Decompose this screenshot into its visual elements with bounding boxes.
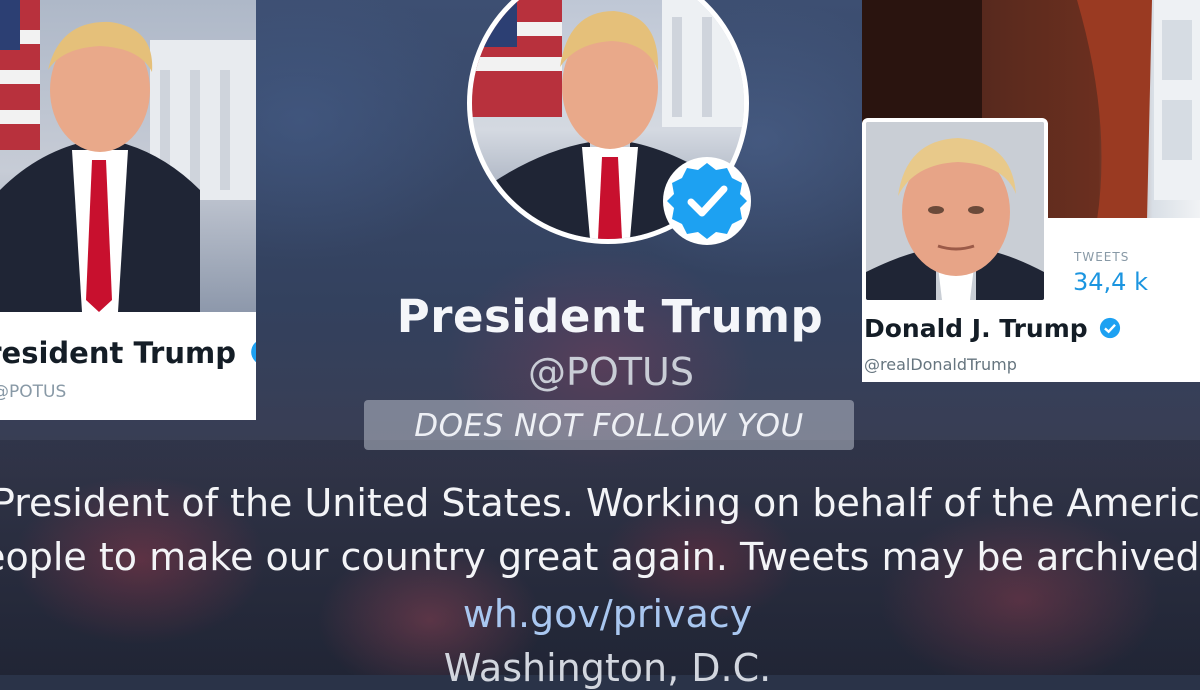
left-profile-photo	[0, 0, 256, 312]
verified-badge-icon	[663, 157, 751, 245]
right-profile-avatar[interactable]	[862, 118, 1048, 304]
bio-line-1: President of the United States. Working …	[0, 481, 1200, 525]
verified-badge-icon	[1100, 317, 1121, 339]
tweets-stat-label: TWEETS	[1074, 250, 1130, 264]
bio-line-2: people to make our country great again. …	[0, 535, 1200, 579]
profile-link[interactable]: wh.gov/privacy	[0, 592, 1200, 636]
tweets-stat-value[interactable]: 34,4 k	[1073, 268, 1148, 296]
profile-location: Washington, D.C.	[443, 646, 772, 690]
profile-bio: President of the United States. Working …	[0, 476, 1200, 584]
right-profile-name: Donald J. Trump	[864, 314, 1121, 343]
right-profile-handle: @realDonaldTrump	[864, 355, 1017, 374]
follow-status-badge: DOES NOT FOLLOW YOU	[364, 400, 854, 450]
